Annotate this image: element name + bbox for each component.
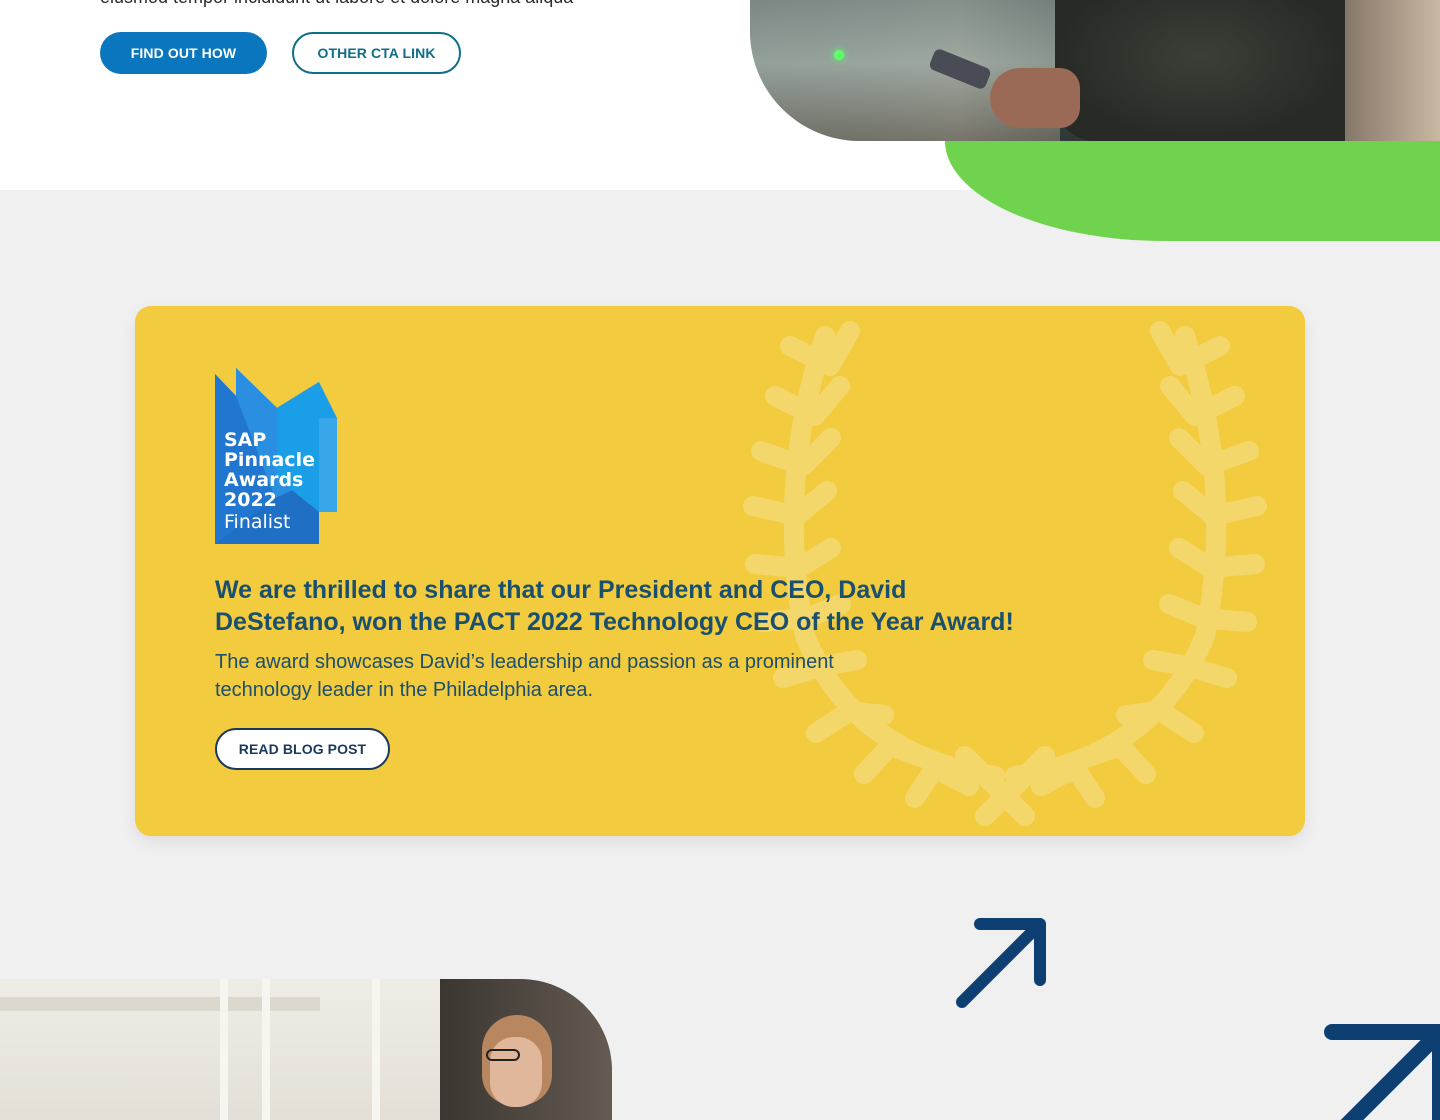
page: eiusmod tempor incididunt ut labore et d…	[0, 0, 1440, 1120]
person-face	[490, 1037, 542, 1107]
office-beam	[372, 979, 380, 1120]
badge-line-pinnacle: Pinnacle	[224, 449, 315, 471]
person-glasses	[486, 1049, 520, 1061]
award-card: SAP Pinnacle Awards 2022 Finalist We are…	[135, 306, 1305, 836]
award-heading: We are thrilled to share that our Presid…	[215, 576, 1014, 636]
person-coat	[1055, 0, 1345, 141]
office-ceiling	[0, 997, 320, 1011]
arrow-up-right-icon	[1324, 1024, 1440, 1120]
badge-text: SAP Pinnacle Awards 2022 Finalist	[224, 430, 315, 532]
badge-line-awards: Awards	[224, 469, 304, 491]
traffic-light	[834, 50, 844, 60]
read-blog-post-button[interactable]: READ BLOG POST	[215, 728, 390, 770]
office-photo	[0, 979, 612, 1120]
badge-line-finalist: Finalist	[224, 511, 291, 533]
award-description: The award showcases David’s leadership a…	[215, 651, 834, 701]
office-beam	[220, 979, 228, 1120]
laurel-wreath-icon	[743, 321, 1267, 826]
badge-line-sap: SAP	[224, 429, 267, 451]
sap-pinnacle-badge: SAP Pinnacle Awards 2022 Finalist	[215, 368, 337, 544]
person-hand	[990, 68, 1080, 128]
badge-line-year: 2022	[224, 489, 277, 511]
hero-photo	[750, 0, 1440, 141]
find-out-how-button[interactable]: FIND OUT HOW	[100, 32, 267, 74]
arrow-up-right-icon	[956, 918, 1046, 1008]
hero-intro-text: eiusmod tempor incididunt ut labore et d…	[100, 0, 573, 8]
other-cta-link-button[interactable]: OTHER CTA LINK	[292, 32, 461, 74]
office-beam	[262, 979, 270, 1120]
